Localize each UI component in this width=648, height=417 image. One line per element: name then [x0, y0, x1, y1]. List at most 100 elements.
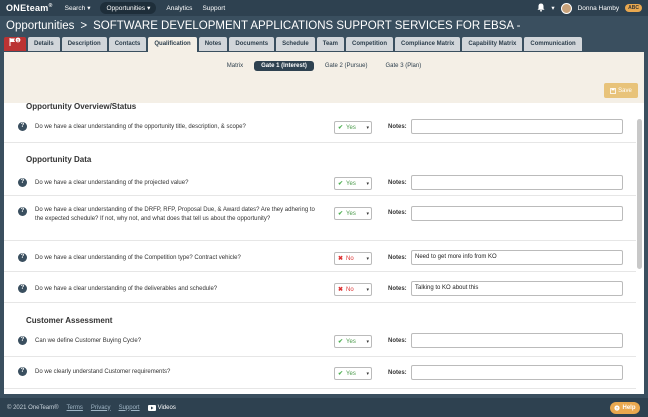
breadcrumb-separator: > — [80, 20, 88, 32]
chevron-down-icon: ▾ — [87, 5, 91, 12]
notes-label: Notes: — [388, 210, 407, 216]
question-text: Do we have a clear understanding of the … — [35, 286, 218, 292]
tab-documents[interactable]: Documents — [229, 37, 275, 51]
chevron-down-icon: ▾ — [366, 370, 369, 377]
gate-matrix[interactable]: Matrix — [220, 61, 250, 71]
breadcrumb-opportunities[interactable]: Opportunities — [6, 20, 74, 32]
tab-team[interactable]: Team — [316, 37, 344, 51]
tab-notes[interactable]: Notes — [198, 37, 228, 51]
save-bar: Save — [4, 79, 644, 103]
tab-capability-matrix[interactable]: Capability Matrix — [462, 37, 523, 51]
tab-compliance-matrix[interactable]: Compliance Matrix — [394, 37, 461, 51]
help-icon[interactable]: ? — [18, 367, 27, 376]
help-icon[interactable]: ? — [18, 178, 27, 187]
tab-schedule[interactable]: Schedule — [276, 37, 315, 51]
oneteam-logo[interactable]: ONEteam® — [6, 3, 53, 13]
nav-search[interactable]: Search ▾ — [65, 4, 91, 13]
help-icon[interactable]: ? — [18, 336, 27, 345]
question-row: ? Do we have a clear understanding of th… — [4, 241, 636, 272]
save-icon — [610, 87, 617, 94]
tab-communication[interactable]: Communication — [524, 37, 582, 51]
chevron-down-icon: ▾ — [366, 210, 369, 217]
page-title-bar: Opportunities > SOFTWARE DEVELOPMENT APP… — [0, 16, 648, 36]
copyright: © 2021 OneTeam® — [7, 404, 59, 411]
chevron-down-icon: ▾ — [366, 255, 369, 262]
question-row: ? Can we define Customer Buying Cycle? ✔… — [4, 327, 636, 357]
notes-label: Notes: — [388, 370, 407, 376]
chevron-down-icon: ▾ — [366, 180, 369, 187]
tab-bar: 1 Details Description Contacts Qualifica… — [4, 37, 582, 52]
answer-select[interactable]: ✖ No ▾ — [334, 283, 372, 296]
footer-link-terms[interactable]: Terms — [67, 405, 83, 411]
section-title-data: Opportunity Data — [26, 155, 92, 164]
section-title-customer: Customer Assessment — [26, 316, 113, 325]
nav-analytics[interactable]: Analytics — [166, 5, 192, 12]
gate-3-plan[interactable]: Gate 3 (Plan) — [379, 61, 429, 71]
question-row: ? Do we have a clear understanding of th… — [4, 196, 636, 241]
help-button[interactable]: ? Help — [610, 402, 640, 414]
tab-contacts[interactable]: Contacts — [108, 37, 147, 51]
answer-select[interactable]: ✔ Yes ▾ — [334, 335, 372, 348]
help-icon[interactable]: ? — [18, 253, 27, 262]
help-icon[interactable]: ? — [18, 284, 27, 293]
answer-select[interactable]: ✔ Yes ▾ — [334, 207, 372, 220]
footer-link-privacy[interactable]: Privacy — [91, 405, 111, 411]
question-row: ? Do we have a clear understanding of th… — [4, 272, 636, 303]
help-icon[interactable]: ? — [18, 122, 27, 131]
answer-select[interactable]: ✖ No ▾ — [334, 252, 372, 265]
check-icon: ✔ — [338, 211, 344, 217]
nav-support[interactable]: Support — [202, 5, 225, 12]
svg-text:1: 1 — [17, 38, 19, 42]
question-text: Can we define Customer Buying Cycle? — [35, 338, 142, 344]
question-list: Opportunity Overview/Status ? Do we have… — [4, 103, 636, 394]
chevron-down-icon: ▾ — [551, 5, 555, 12]
gate-2-pursue[interactable]: Gate 2 (Pursue) — [318, 61, 375, 71]
notes-input[interactable] — [411, 365, 623, 380]
check-icon: ✔ — [338, 181, 344, 187]
video-icon — [147, 404, 156, 411]
tab-qualification[interactable]: Qualification — [148, 37, 197, 52]
help-icon[interactable]: ? — [18, 207, 27, 216]
save-button[interactable]: Save — [604, 83, 638, 98]
check-icon: ✔ — [338, 339, 344, 345]
qualification-panel: Matrix Gate 1 (Interest) Gate 2 (Pursue)… — [4, 52, 644, 394]
scrollbar[interactable] — [637, 119, 642, 269]
notes-label: Notes: — [388, 180, 407, 186]
notes-input[interactable] — [411, 206, 623, 221]
question-row: ? Do we have a clear understanding of th… — [4, 166, 636, 196]
question-text: Do we clearly understand Customer requir… — [35, 369, 171, 375]
gate-selector: Matrix Gate 1 (Interest) Gate 2 (Pursue)… — [4, 52, 644, 79]
question-row: ? Do we clearly understand Customer requ… — [4, 357, 636, 389]
footer: © 2021 OneTeam® Terms Privacy Support Vi… — [0, 398, 648, 417]
notes-input[interactable]: Talking to KO about this — [411, 281, 623, 296]
notes-input[interactable] — [411, 333, 623, 348]
answer-select[interactable]: ✔ Yes ▾ — [334, 177, 372, 190]
notes-input[interactable] — [411, 175, 623, 190]
question-text: Do we have a clear understanding of the … — [35, 255, 241, 261]
tab-details[interactable]: Details — [28, 37, 60, 51]
question-text: Do we have a clear understanding of the … — [35, 124, 246, 130]
org-badge[interactable]: ABC — [625, 4, 642, 12]
notes-input[interactable]: Need to get more info from KO — [411, 250, 623, 265]
user-name[interactable]: Donna Hamby — [578, 5, 620, 12]
bell-icon[interactable] — [537, 3, 545, 14]
notes-label: Notes: — [388, 255, 407, 261]
answer-select[interactable]: ✔ Yes ▾ — [334, 367, 372, 380]
page-title: SOFTWARE DEVELOPMENT APPLICATIONS SUPPOR… — [93, 20, 521, 32]
footer-videos[interactable]: Videos — [147, 404, 176, 411]
tab-competition[interactable]: Competition — [345, 37, 393, 51]
notes-label: Notes: — [388, 286, 407, 292]
notes-input[interactable] — [411, 119, 623, 134]
notes-label: Notes: — [388, 124, 407, 130]
gate-1-interest[interactable]: Gate 1 (Interest) — [254, 60, 314, 71]
answer-select[interactable]: ✔ Yes ▾ — [334, 121, 372, 134]
avatar[interactable] — [560, 2, 572, 14]
check-icon: ✔ — [338, 125, 344, 131]
help-icon: ? — [614, 405, 621, 411]
tab-description[interactable]: Description — [61, 37, 107, 51]
flag-icon[interactable]: 1 — [4, 37, 26, 51]
question-row: ? Do we have a clear understanding of th… — [4, 113, 636, 143]
nav-opportunities[interactable]: Opportunities ▾ — [100, 2, 157, 14]
chevron-down-icon: ▾ — [366, 124, 369, 131]
footer-link-support[interactable]: Support — [119, 405, 140, 411]
